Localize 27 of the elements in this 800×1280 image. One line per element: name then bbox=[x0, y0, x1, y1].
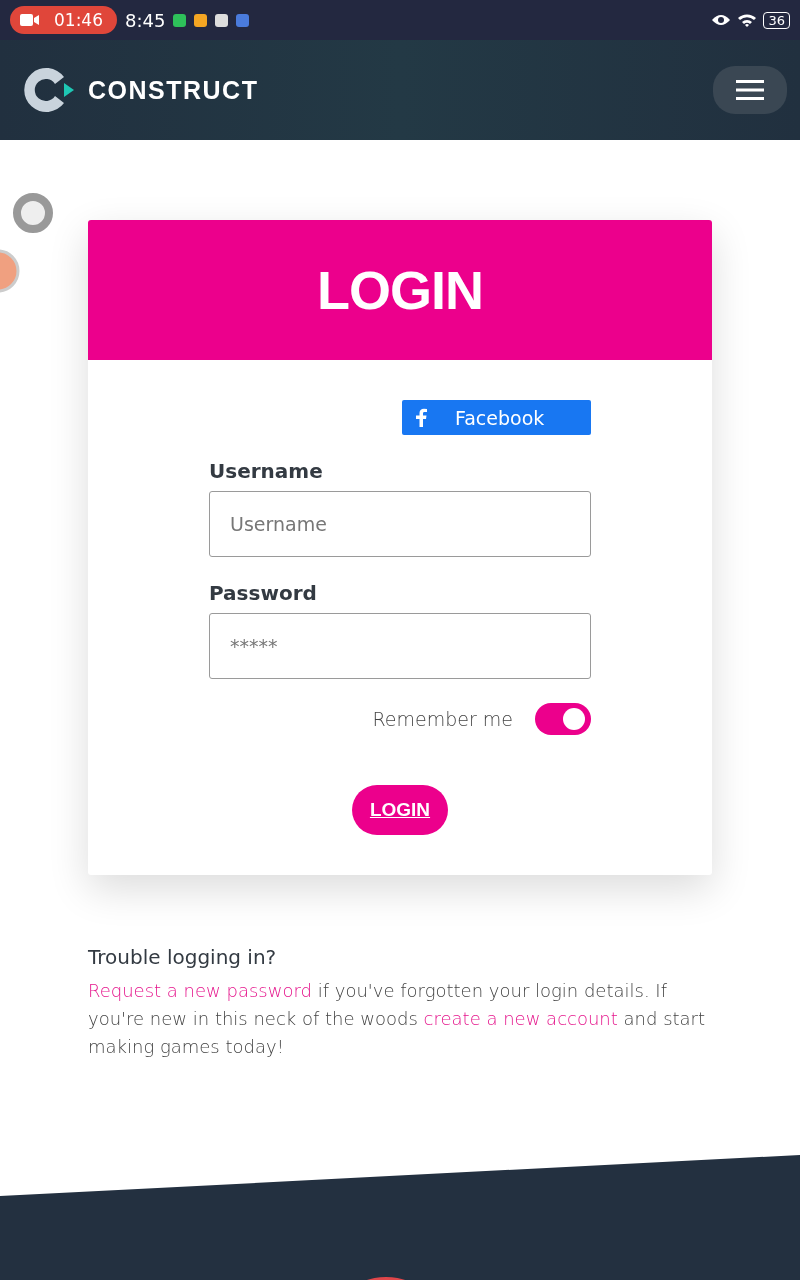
help-title: Trouble logging in? bbox=[88, 945, 278, 969]
floating-ring-icon[interactable] bbox=[12, 192, 54, 234]
help-link[interactable]: Request a new password bbox=[88, 980, 312, 1001]
login-title: LOGIN bbox=[317, 259, 483, 321]
battery-level: 36 bbox=[763, 11, 790, 29]
clock: 8:45 bbox=[125, 9, 166, 31]
help-link[interactable]: create a new account bbox=[423, 1008, 618, 1029]
remember-me-toggle[interactable] bbox=[535, 703, 591, 735]
login-button[interactable]: LOGIN bbox=[351, 785, 449, 835]
menu-button[interactable] bbox=[713, 66, 787, 114]
app-icon bbox=[194, 13, 208, 27]
wifi-icon bbox=[737, 12, 758, 28]
eye-icon bbox=[711, 13, 732, 27]
facebook-button[interactable]: Facebook bbox=[402, 400, 591, 435]
video-camera-icon bbox=[20, 13, 40, 27]
recording-time: 01:46 bbox=[54, 10, 103, 30]
field-label: Password bbox=[209, 581, 318, 605]
password-field[interactable]: ***** bbox=[209, 613, 591, 679]
remember-me-label: Remember me bbox=[372, 708, 513, 730]
app-icon bbox=[215, 13, 229, 27]
facebook-icon bbox=[416, 408, 427, 427]
help-text: Request a new password if you've forgotten your login details. If you're new in this neck of the woods create a new account and start making games today! bbox=[88, 979, 707, 1059]
username-field[interactable]: Username bbox=[209, 491, 591, 557]
menu-icon bbox=[736, 80, 764, 100]
logo-text: CONSTRUCT bbox=[88, 75, 259, 105]
recording-indicator[interactable]: 01:46 bbox=[10, 6, 117, 34]
field-label: Username bbox=[209, 459, 324, 483]
